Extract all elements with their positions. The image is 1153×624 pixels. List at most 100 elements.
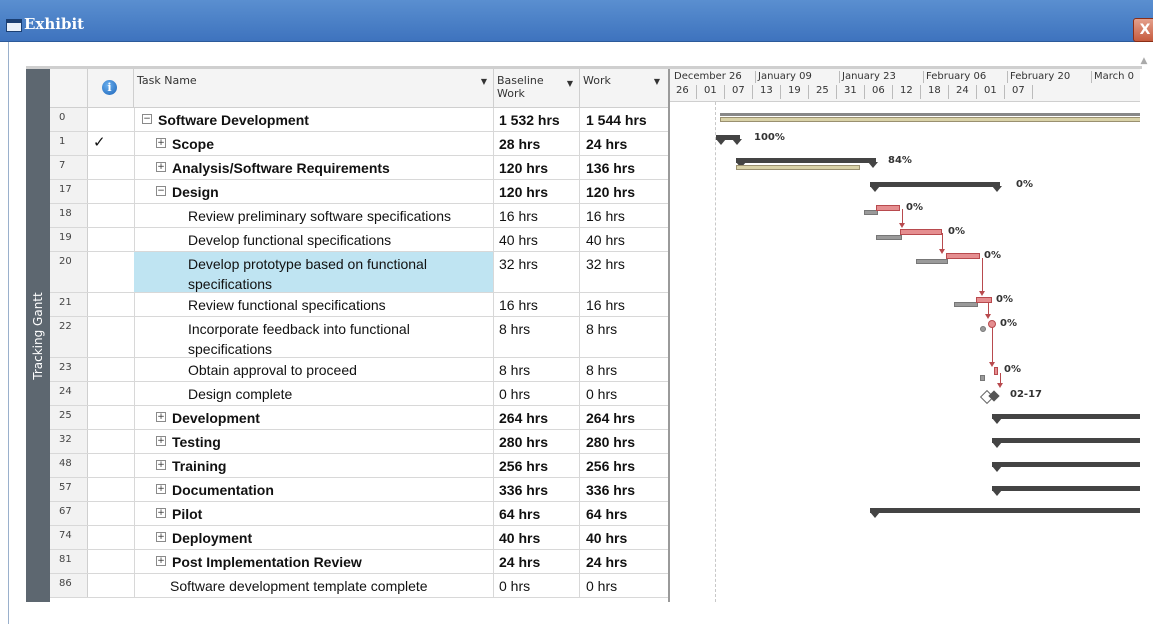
work-cell[interactable]: 24 hrs [580, 132, 668, 155]
baseline-work-cell[interactable]: 40 hrs [494, 526, 580, 549]
expand-icon[interactable]: + [156, 412, 166, 422]
expand-icon[interactable]: + [156, 436, 166, 446]
work-cell[interactable]: 40 hrs [580, 228, 668, 251]
row-id[interactable]: 32 [50, 430, 88, 453]
baseline-work-cell[interactable]: 1 532 hrs [494, 108, 580, 131]
row-id[interactable]: 25 [50, 406, 88, 429]
baseline-work-header[interactable]: Baseline Work ▼ [494, 69, 580, 107]
expand-icon[interactable]: + [156, 532, 166, 542]
baseline-work-cell[interactable]: 28 hrs [494, 132, 580, 155]
row-id[interactable]: 21 [50, 293, 88, 316]
task-name-header[interactable]: Task Name ▼ [134, 69, 494, 107]
row-id[interactable]: 74 [50, 526, 88, 549]
task-row[interactable]: 57 + Documentation 336 hrs 336 hrs [50, 478, 668, 502]
task-name-cell[interactable]: Incorporate feedback into functional spe… [134, 317, 494, 357]
chevron-down-icon[interactable]: ▼ [481, 77, 487, 86]
work-cell[interactable]: 16 hrs [580, 293, 668, 316]
work-cell[interactable]: 8 hrs [580, 317, 668, 357]
task-name-cell[interactable]: + Pilot [134, 502, 494, 525]
task-row[interactable]: 74 + Deployment 40 hrs 40 hrs [50, 526, 668, 550]
task-name-cell[interactable]: Software development template complete [134, 574, 494, 597]
task-row[interactable]: 1 ✓ + Scope 28 hrs 24 hrs [50, 132, 668, 156]
task-row[interactable]: 23 Obtain approval to proceed 8 hrs 8 hrs [50, 358, 668, 382]
task-name-cell[interactable]: Review preliminary software specificatio… [134, 204, 494, 227]
baseline-work-cell[interactable]: 40 hrs [494, 228, 580, 251]
work-cell[interactable]: 336 hrs [580, 478, 668, 501]
baseline-work-cell[interactable]: 0 hrs [494, 382, 580, 405]
baseline-work-cell[interactable]: 16 hrs [494, 293, 580, 316]
task-row[interactable]: 81 + Post Implementation Review 24 hrs 24 hr… [50, 550, 668, 574]
select-all-cell[interactable] [50, 69, 88, 107]
indicators-header[interactable]: i [88, 69, 134, 107]
row-id[interactable]: 81 [50, 550, 88, 573]
baseline-work-cell[interactable]: 264 hrs [494, 406, 580, 429]
work-cell[interactable]: 136 hrs [580, 156, 668, 179]
close-button[interactable]: X [1133, 18, 1153, 42]
work-cell[interactable]: 1 544 hrs [580, 108, 668, 131]
work-cell[interactable]: 256 hrs [580, 454, 668, 477]
collapse-icon[interactable]: − [142, 114, 152, 124]
task-name-cell[interactable]: Obtain approval to proceed [134, 358, 494, 381]
row-id[interactable]: 24 [50, 382, 88, 405]
task-name-cell[interactable]: − Software Development [134, 108, 494, 131]
task-name-cell[interactable]: Develop prototype based on functional sp… [134, 252, 494, 292]
chevron-down-icon[interactable]: ▼ [654, 77, 660, 86]
task-row[interactable]: 48 + Training 256 hrs 256 hrs [50, 454, 668, 478]
task-row[interactable]: 25 + Development 264 hrs 264 hrs [50, 406, 668, 430]
baseline-work-cell[interactable]: 8 hrs [494, 317, 580, 357]
task-row[interactable]: 24 Design complete 0 hrs 0 hrs [50, 382, 668, 406]
baseline-work-cell[interactable]: 280 hrs [494, 430, 580, 453]
row-id[interactable]: 18 [50, 204, 88, 227]
task-name-cell[interactable]: + Scope [134, 132, 494, 155]
work-cell[interactable]: 16 hrs [580, 204, 668, 227]
expand-icon[interactable]: + [156, 460, 166, 470]
row-id[interactable]: 1 [50, 132, 88, 155]
expand-icon[interactable]: + [156, 556, 166, 566]
collapse-icon[interactable]: − [156, 186, 166, 196]
task-row[interactable]: 18 Review preliminary software specificat… [50, 204, 668, 228]
work-cell[interactable]: 280 hrs [580, 430, 668, 453]
task-name-cell[interactable]: + Analysis/Software Requirements [134, 156, 494, 179]
row-id[interactable]: 17 [50, 180, 88, 203]
work-cell[interactable]: 0 hrs [580, 382, 668, 405]
task-row[interactable]: 86 Software development template complete… [50, 574, 668, 598]
task-row[interactable]: 20 Develop prototype based on functional … [50, 252, 668, 293]
baseline-work-cell[interactable]: 64 hrs [494, 502, 580, 525]
task-row[interactable]: 32 + Testing 280 hrs 280 hrs [50, 430, 668, 454]
expand-icon[interactable]: + [156, 484, 166, 494]
baseline-work-cell[interactable]: 256 hrs [494, 454, 580, 477]
task-row[interactable]: 17− Design 120 hrs 120 hrs [50, 180, 668, 204]
work-header[interactable]: Work ▼ [580, 69, 668, 107]
task-name-cell[interactable]: + Testing [134, 430, 494, 453]
row-id[interactable]: 57 [50, 478, 88, 501]
work-cell[interactable]: 64 hrs [580, 502, 668, 525]
row-id[interactable]: 0 [50, 108, 88, 131]
baseline-work-cell[interactable]: 16 hrs [494, 204, 580, 227]
row-id[interactable]: 23 [50, 358, 88, 381]
task-name-cell[interactable]: Review functional specifications [134, 293, 494, 316]
expand-icon[interactable]: + [156, 508, 166, 518]
work-cell[interactable]: 24 hrs [580, 550, 668, 573]
baseline-work-cell[interactable]: 24 hrs [494, 550, 580, 573]
task-row[interactable]: 67 + Pilot 64 hrs 64 hrs [50, 502, 668, 526]
task-name-cell[interactable]: Design complete [134, 382, 494, 405]
task-name-cell[interactable]: Develop functional specifications [134, 228, 494, 251]
baseline-work-cell[interactable]: 336 hrs [494, 478, 580, 501]
task-row[interactable]: 7 + Analysis/Software Requirements 120 hrs 1… [50, 156, 668, 180]
chevron-down-icon[interactable]: ▼ [567, 77, 573, 90]
baseline-work-cell[interactable]: 32 hrs [494, 252, 580, 292]
task-name-cell[interactable]: − Design [134, 180, 494, 203]
expand-icon[interactable]: + [156, 162, 166, 172]
work-cell[interactable]: 32 hrs [580, 252, 668, 292]
task-name-cell[interactable]: + Training [134, 454, 494, 477]
work-cell[interactable]: 8 hrs [580, 358, 668, 381]
expand-icon[interactable]: + [156, 138, 166, 148]
baseline-work-cell[interactable]: 0 hrs [494, 574, 580, 597]
task-row[interactable]: 21 Review functional specifications 16 hrs… [50, 293, 668, 317]
task-row[interactable]: 0 − Software Development 1 532 hrs 1 544 hrs [50, 108, 668, 132]
baseline-work-cell[interactable]: 120 hrs [494, 156, 580, 179]
row-id[interactable]: 20 [50, 252, 88, 292]
task-name-cell[interactable]: + Deployment [134, 526, 494, 549]
work-cell[interactable]: 40 hrs [580, 526, 668, 549]
row-id[interactable]: 86 [50, 574, 88, 597]
